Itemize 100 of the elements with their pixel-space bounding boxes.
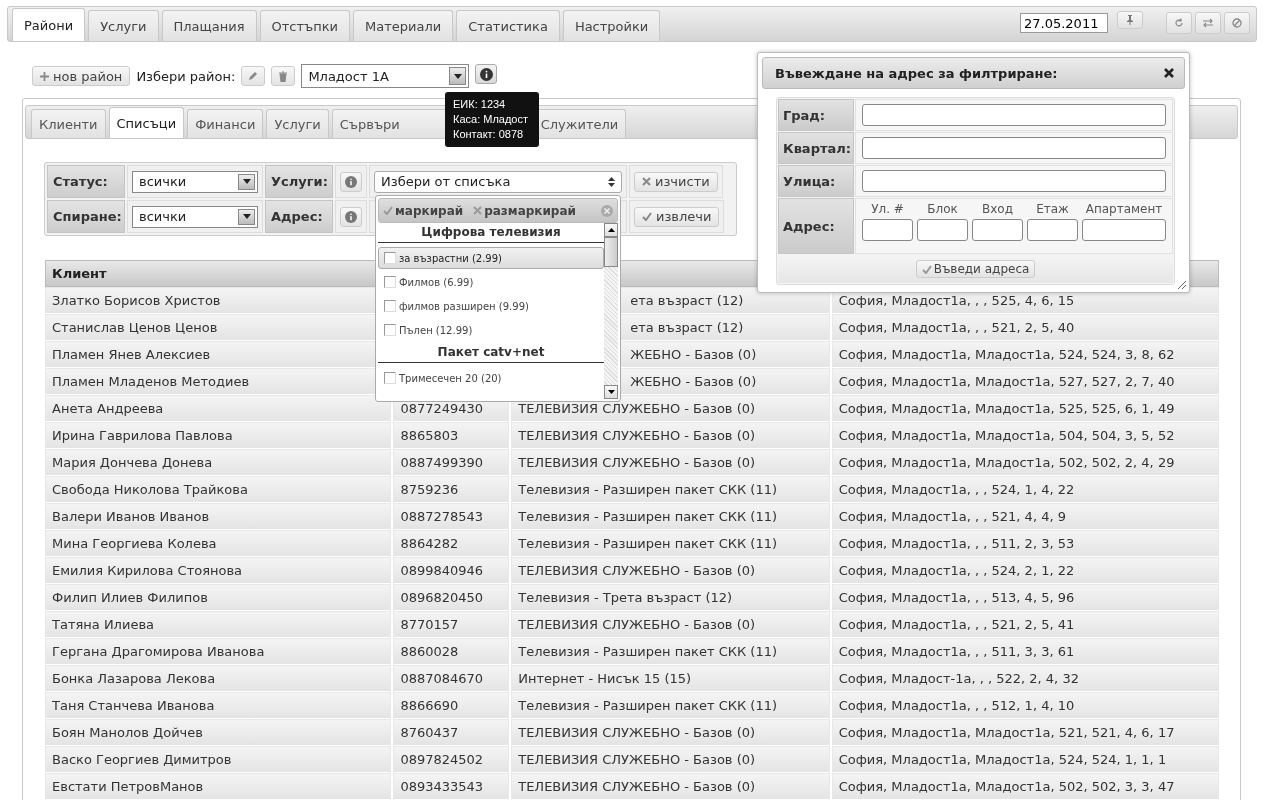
scroll-up-icon[interactable]	[607, 228, 615, 232]
table-cell: 0887084670	[393, 665, 510, 692]
sub-tab[interactable]: Услуги	[266, 109, 329, 138]
refresh-button[interactable]	[1166, 12, 1192, 34]
table-cell: ТЕЛЕВИЗИЯ СЛУЖЕБНО - Базов (0)	[511, 422, 830, 449]
pencil-icon	[248, 71, 259, 81]
resize-grip-icon[interactable]	[1177, 280, 1186, 289]
quarter-field[interactable]	[862, 137, 1166, 159]
table-cell: Телевизия - Разширен пакет СКК (11)	[511, 692, 830, 719]
services-select[interactable]: Избери от списъка	[374, 170, 622, 193]
dropdown-arrow-icon	[242, 214, 251, 219]
street-field[interactable]	[862, 170, 1166, 192]
main-tab[interactable]: Материали	[353, 10, 454, 41]
stop-select[interactable]: всички	[132, 205, 258, 228]
block-button[interactable]	[1224, 12, 1250, 34]
extract-button[interactable]: извлечи	[634, 206, 720, 227]
main-tab[interactable]: Райони	[12, 8, 86, 41]
district-select[interactable]: Младост 1А	[301, 64, 470, 88]
check-icon	[921, 264, 932, 274]
swap-button[interactable]	[1195, 12, 1221, 34]
table-cell: Ирина Гаврилова Павлова	[45, 422, 392, 449]
table-cell: Филип Илиев Филипов	[45, 584, 392, 611]
address-part-field[interactable]	[862, 219, 913, 241]
table-cell: Свобода Николова Трайкова	[45, 476, 392, 503]
unmark-all-button[interactable]: размаркирай	[473, 203, 576, 218]
table-cell: София, Младост-1а, , , 522, 2, 4, 32	[831, 665, 1219, 692]
mark-all-button[interactable]: маркирай	[383, 203, 464, 218]
table-cell: София, Младост1а, , , 511, 3, 3, 61	[831, 638, 1219, 665]
table-cell: ТЕЛЕВИЗИЯ СЛУЖЕБНО - Базов (0)	[511, 557, 830, 584]
clear-button[interactable]: изчисти	[634, 171, 718, 192]
table-cell: Телевизия - Трета възраст (12)	[511, 584, 830, 611]
table-cell: ТЕЛЕВИЗИЯ СЛУЖЕБНО - Базов (0)	[511, 773, 830, 800]
cross-icon	[473, 206, 483, 215]
sub-tab[interactable]: Финанси	[187, 109, 264, 138]
table-cell: София, Младост1а, Младост1а, 504, 504, 3, 5, 52	[831, 422, 1219, 449]
main-tab[interactable]: Услуги	[88, 10, 159, 41]
address-part-field[interactable]	[1082, 219, 1166, 241]
main-tab[interactable]: Статистика	[456, 10, 560, 41]
table-cell: Валери Иванов Иванов	[45, 503, 392, 530]
table-cell: Бонка Лазарова Лекова	[45, 665, 392, 692]
service-option[interactable]: за възрастни (2.99)	[378, 247, 604, 269]
table-cell: Мина Георгиева Колева	[45, 530, 392, 557]
table-cell: София, Младост1а, Младост1а, 521, 521, 4, 6, 17	[831, 719, 1219, 746]
field-label: Блок	[927, 201, 958, 217]
table-cell: Телевизия - Разширен пакет СКК (11)	[511, 530, 830, 557]
delete-button[interactable]	[271, 66, 296, 86]
checkbox[interactable]	[384, 276, 396, 288]
submit-address-button[interactable]: Въведи адреса	[915, 260, 1036, 278]
table-cell: София, Младост1а, Младост1а, 524, 524, 1, 1, 1	[831, 746, 1219, 773]
swap-arrows-icon	[1202, 18, 1214, 28]
info-icon	[345, 175, 357, 188]
table-cell: София, Младост1а, , , 521, 2, 5, 41	[831, 611, 1219, 638]
address-part-field[interactable]	[972, 219, 1023, 241]
table-cell: Телевизия - Разширен пакет СКК (11)	[511, 503, 830, 530]
street-label: Улица:	[778, 165, 854, 197]
table-cell: Васко Георгиев Димитров	[45, 746, 392, 773]
city-field[interactable]	[862, 104, 1166, 126]
info-button[interactable]	[475, 64, 498, 84]
main-tab[interactable]: Настройки	[562, 10, 661, 41]
table-cell: Телевизия - Разширен пакет СКК (11)	[511, 638, 830, 665]
table-cell: Емилия Кирилова Стоянова	[45, 557, 392, 584]
pin-button[interactable]	[1117, 11, 1143, 29]
sub-tab[interactable]: Списъци	[108, 107, 185, 138]
status-select[interactable]: всички	[132, 170, 258, 193]
checkbox[interactable]	[384, 372, 396, 384]
table-cell: 0896820450	[393, 584, 510, 611]
scrollbar[interactable]	[604, 223, 618, 399]
table-cell: Таня Станчева Иванова	[45, 692, 392, 719]
scroll-thumb[interactable]	[604, 237, 618, 267]
edit-button[interactable]	[241, 66, 266, 86]
info-icon	[479, 67, 493, 81]
field-label: Етаж	[1036, 201, 1069, 217]
new-district-button[interactable]: нов район	[32, 66, 131, 86]
dialog-title: Въвеждане на адрес за филтриране:	[775, 65, 1058, 81]
main-tab[interactable]: Плащания	[161, 10, 257, 41]
date-field[interactable]: 27.05.2011	[1020, 13, 1108, 33]
table-cell: 8864282	[393, 530, 510, 557]
address-part-field[interactable]	[917, 219, 968, 241]
table-cell: Анета Андреева	[45, 395, 392, 422]
main-tab[interactable]: Отстъпки	[259, 10, 351, 41]
checkbox[interactable]	[384, 300, 396, 312]
address-part-field[interactable]	[1027, 219, 1078, 241]
checkbox[interactable]	[384, 324, 396, 336]
stop-label: Спиране:	[47, 200, 125, 233]
services-label: Услуги:	[265, 165, 333, 198]
close-icon[interactable]	[1164, 68, 1174, 78]
checkbox[interactable]	[384, 252, 396, 264]
table-cell: Татяна Илиева	[45, 611, 392, 638]
plus-icon	[40, 71, 49, 81]
table-cell: София, Младост1а, Младост1а, 502, 502, 2, 4, 29	[831, 449, 1219, 476]
table-cell: Мария Дончева Донева	[45, 449, 392, 476]
table-cell: Евстати ПетровМанов	[45, 773, 392, 800]
sub-tab[interactable]: Клиенти	[31, 109, 106, 138]
table-cell: София, Младост1а, , , 512, 1, 4, 10	[831, 692, 1219, 719]
check-icon	[642, 212, 652, 221]
tooltip-line: Каса: Младост	[453, 112, 530, 127]
table-cell: Телевизия - Разширен пакет СКК (11)	[511, 476, 830, 503]
table-cell: София, Младост1а, Младост1а, 502, 502, 3, 3, 47	[831, 773, 1219, 800]
table-cell: София, Младост1а, Младост1а, 527, 527, 2, 7, 40	[831, 368, 1219, 395]
group-header: Цифрова телевизия	[378, 223, 604, 243]
